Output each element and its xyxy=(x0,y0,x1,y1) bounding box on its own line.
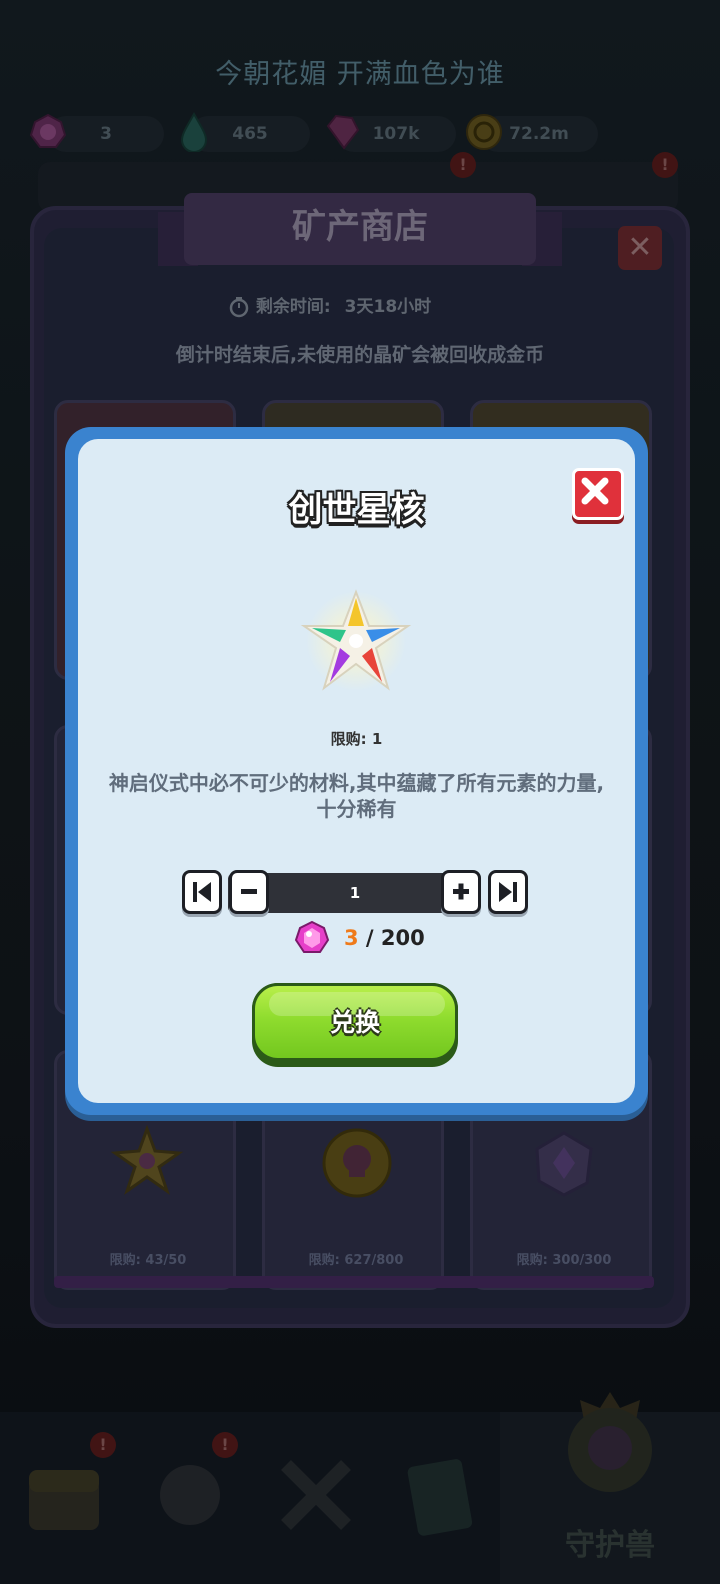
close-icon xyxy=(581,477,609,505)
rainbow-star-icon xyxy=(300,589,412,691)
quantity-value[interactable]: 1 xyxy=(330,884,380,902)
skip-to-start-icon xyxy=(193,882,211,902)
increase-quantity-button[interactable] xyxy=(441,870,481,914)
cost-owned: 3 xyxy=(344,926,359,950)
exchange-button[interactable]: 兑换 xyxy=(252,983,458,1067)
dialog-close-button[interactable] xyxy=(572,468,624,520)
skip-to-end-icon xyxy=(499,882,517,902)
dialog-title: 创世星核 xyxy=(288,490,425,530)
item-description: 神启仪式中必不可少的材料,其中蕴藏了所有元素的力量,十分稀有 xyxy=(108,771,605,821)
purchase-limit: 限购: 1 xyxy=(330,730,383,748)
decrease-quantity-button[interactable] xyxy=(229,870,269,914)
max-quantity-button[interactable] xyxy=(488,870,528,914)
cost-required: 200 xyxy=(380,926,425,950)
cost-text: 3 / 200 xyxy=(344,926,425,950)
exchange-button-label: 兑换 xyxy=(329,1008,380,1037)
minus-icon xyxy=(241,889,257,894)
exchange-cost: 3 / 200 xyxy=(294,920,454,956)
pink-gem-icon xyxy=(294,920,330,953)
plus-icon xyxy=(453,883,469,900)
min-quantity-button[interactable] xyxy=(182,870,222,914)
cost-separator: / xyxy=(358,926,381,950)
